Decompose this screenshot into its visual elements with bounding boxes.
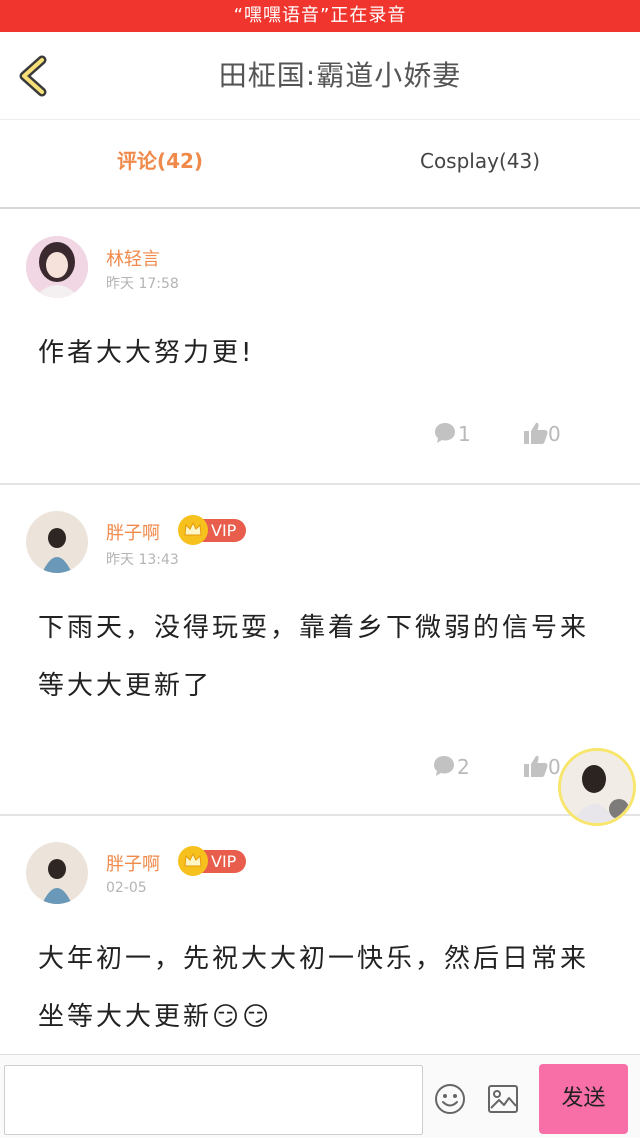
username[interactable]: 林轻言 <box>106 245 160 271</box>
floating-avatar-button[interactable] <box>558 748 636 826</box>
crown-icon <box>178 515 208 545</box>
thumbs-up-icon <box>524 422 548 444</box>
comment-text: 大年初一，先祝大大初一快乐，然后日常来坐等大大更新😏😏 <box>38 944 590 1032</box>
comment-composer: 发送 <box>0 1054 640 1138</box>
page-title: 田柾国:霸道小娇妻 <box>218 59 462 92</box>
speech-bubble-icon <box>434 756 454 776</box>
thumbs-up-icon <box>524 755 548 777</box>
comment-text: 下雨天，没得玩耍，靠着乡下微弱的信号来等大大更新了 <box>38 613 590 701</box>
send-button[interactable]: 发送 <box>539 1064 628 1134</box>
tab-cosplay[interactable]: Cosplay(43) <box>320 121 640 207</box>
comment-input[interactable] <box>4 1065 423 1135</box>
comment-item: 林轻言 昨天 17:58 作者大大努力更! 1 0 <box>0 211 640 485</box>
speech-bubble-icon <box>435 423 455 443</box>
avatar[interactable] <box>26 511 88 573</box>
username[interactable]: 胖子啊 <box>106 850 160 876</box>
back-button[interactable] <box>14 54 58 98</box>
timestamp: 02-05 <box>106 880 147 896</box>
recording-status-text: “嘿嘿语音”正在录音 <box>233 5 407 26</box>
emoji-button[interactable] <box>434 1083 466 1115</box>
comment-item: 胖子啊 VIP 昨天 13:43 下雨天，没得玩耍，靠着乡下微弱的信号来等大大更… <box>0 485 640 816</box>
crown-icon <box>178 846 208 876</box>
avatar[interactable] <box>26 842 88 904</box>
image-button[interactable] <box>487 1084 519 1114</box>
timestamp: 昨天 17:58 <box>106 276 179 292</box>
username[interactable]: 胖子啊 <box>106 519 160 545</box>
tab-bar: 评论(42) Cosplay(43) <box>0 121 640 209</box>
avatar[interactable] <box>26 236 88 298</box>
chevron-left-icon <box>19 55 47 97</box>
timestamp: 昨天 13:43 <box>106 552 179 568</box>
tab-comments[interactable]: 评论(42) <box>0 121 320 207</box>
page-header: 田柾国:霸道小娇妻 <box>0 32 640 120</box>
smiley-icon <box>435 1084 465 1114</box>
recording-status-bar: “嘿嘿语音”正在录音 <box>0 0 640 32</box>
comment-text: 作者大大努力更! <box>38 338 255 368</box>
comment-item: 胖子啊 VIP 02-05 大年初一，先祝大大初一快乐，然后日常来坐等大大更新😏… <box>0 816 640 1054</box>
image-icon <box>488 1085 518 1113</box>
